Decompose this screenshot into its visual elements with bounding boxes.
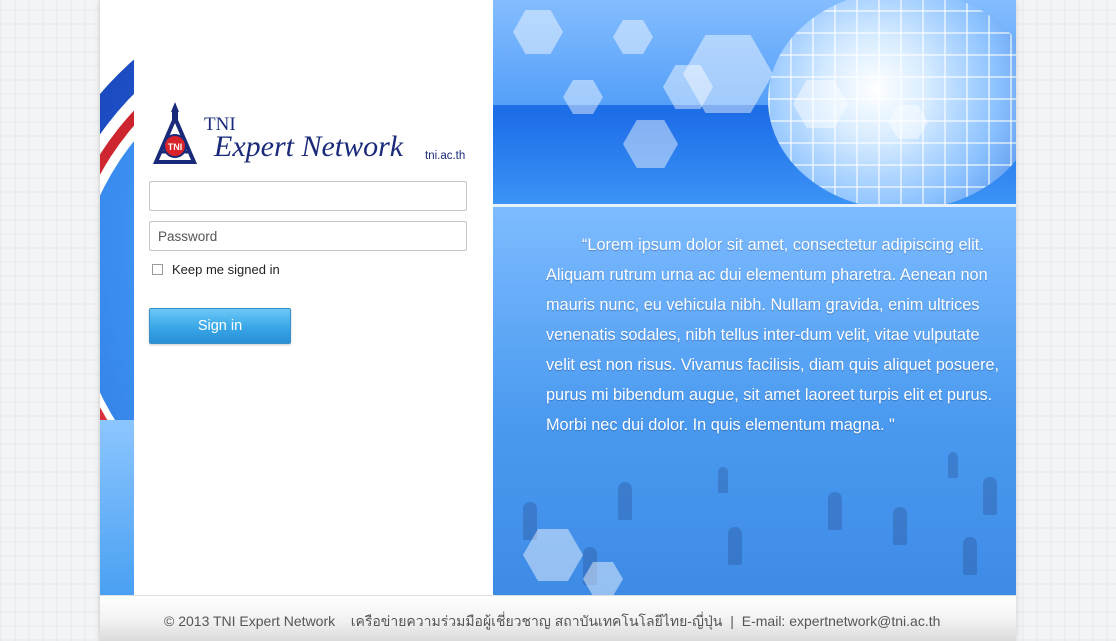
footer-copyright: © 2013 TNI Expert Network — [164, 613, 336, 629]
hexagon-shape — [623, 120, 678, 168]
person-figure — [618, 482, 632, 520]
keep-signed-in[interactable]: Keep me signed in — [152, 262, 280, 277]
person-figure — [963, 537, 977, 575]
password-input[interactable] — [149, 221, 467, 251]
login-frame: “Lorem ipsum dolor sit amet, consectetur… — [100, 0, 1016, 641]
person-figure — [728, 527, 742, 565]
login-panel — [134, 0, 493, 595]
footer-thai-text: เครือข่ายความร่วมมือผู้เชี่ยวชาญ สถาบันเ… — [350, 613, 723, 629]
footer-separator: | — [730, 613, 734, 629]
person-figure — [718, 467, 728, 493]
tni-emblem-icon: TNI — [152, 102, 198, 164]
keep-signed-in-checkbox[interactable] — [152, 264, 163, 275]
logo-domain: tni.ac.th — [425, 150, 466, 162]
username-input[interactable] — [149, 181, 467, 211]
person-figure — [828, 492, 842, 530]
person-figure — [893, 507, 907, 545]
footer-text: © 2013 TNI Expert Network เครือข่ายความร… — [164, 611, 940, 633]
logo-name: Expert Network — [214, 130, 404, 163]
person-figure — [523, 502, 537, 540]
keep-signed-in-label: Keep me signed in — [172, 262, 280, 277]
hero-quote: “Lorem ipsum dolor sit amet, consectetur… — [546, 236, 1000, 434]
tni-expert-network-logo: TNI TNI Expert Network tni.ac.th — [150, 100, 480, 172]
person-figure — [948, 452, 958, 478]
sign-in-button[interactable]: Sign in — [149, 308, 291, 344]
footer-email: E-mail: expertnetwork@tni.ac.th — [741, 613, 941, 629]
footer: © 2013 TNI Expert Network เครือข่ายความร… — [100, 595, 1016, 641]
emblem-text: TNI — [168, 142, 183, 152]
person-figure — [983, 477, 997, 515]
hero-banner-image — [493, 0, 1016, 205]
